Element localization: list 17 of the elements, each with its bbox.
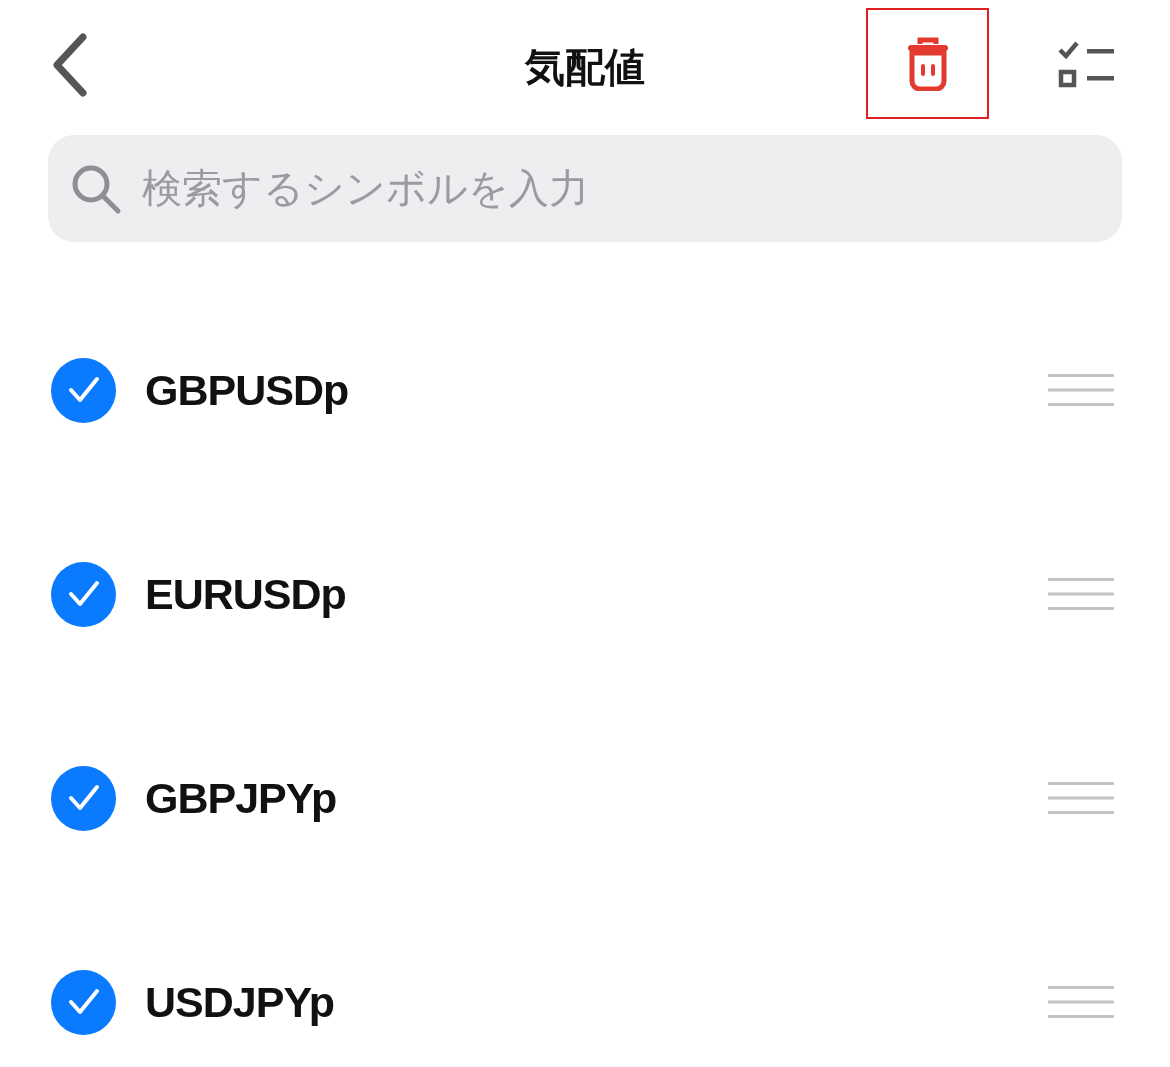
drag-handle-icon[interactable]: [1048, 577, 1114, 611]
drag-handle-icon[interactable]: [1048, 985, 1114, 1019]
symbol-name: GBPJPYp: [145, 772, 337, 824]
drag-handle-icon[interactable]: [1048, 373, 1114, 407]
screen-title: 気配値: [525, 44, 645, 91]
search-field[interactable]: 検索するシンボルを入力: [48, 135, 1122, 242]
checkmark-icon: [66, 987, 101, 1017]
checkmark-icon: [66, 579, 101, 609]
search-icon: [70, 163, 122, 215]
drag-handle-icon[interactable]: [1048, 781, 1114, 815]
symbol-name: GBPUSDp: [145, 364, 349, 416]
symbol-name: EURUSDp: [145, 568, 346, 620]
symbol-name: USDJPYp: [145, 976, 334, 1028]
checkmark-icon: [66, 783, 101, 813]
delete-button[interactable]: [866, 8, 989, 119]
checkmark-icon: [66, 375, 101, 405]
trash-icon: [905, 36, 950, 91]
